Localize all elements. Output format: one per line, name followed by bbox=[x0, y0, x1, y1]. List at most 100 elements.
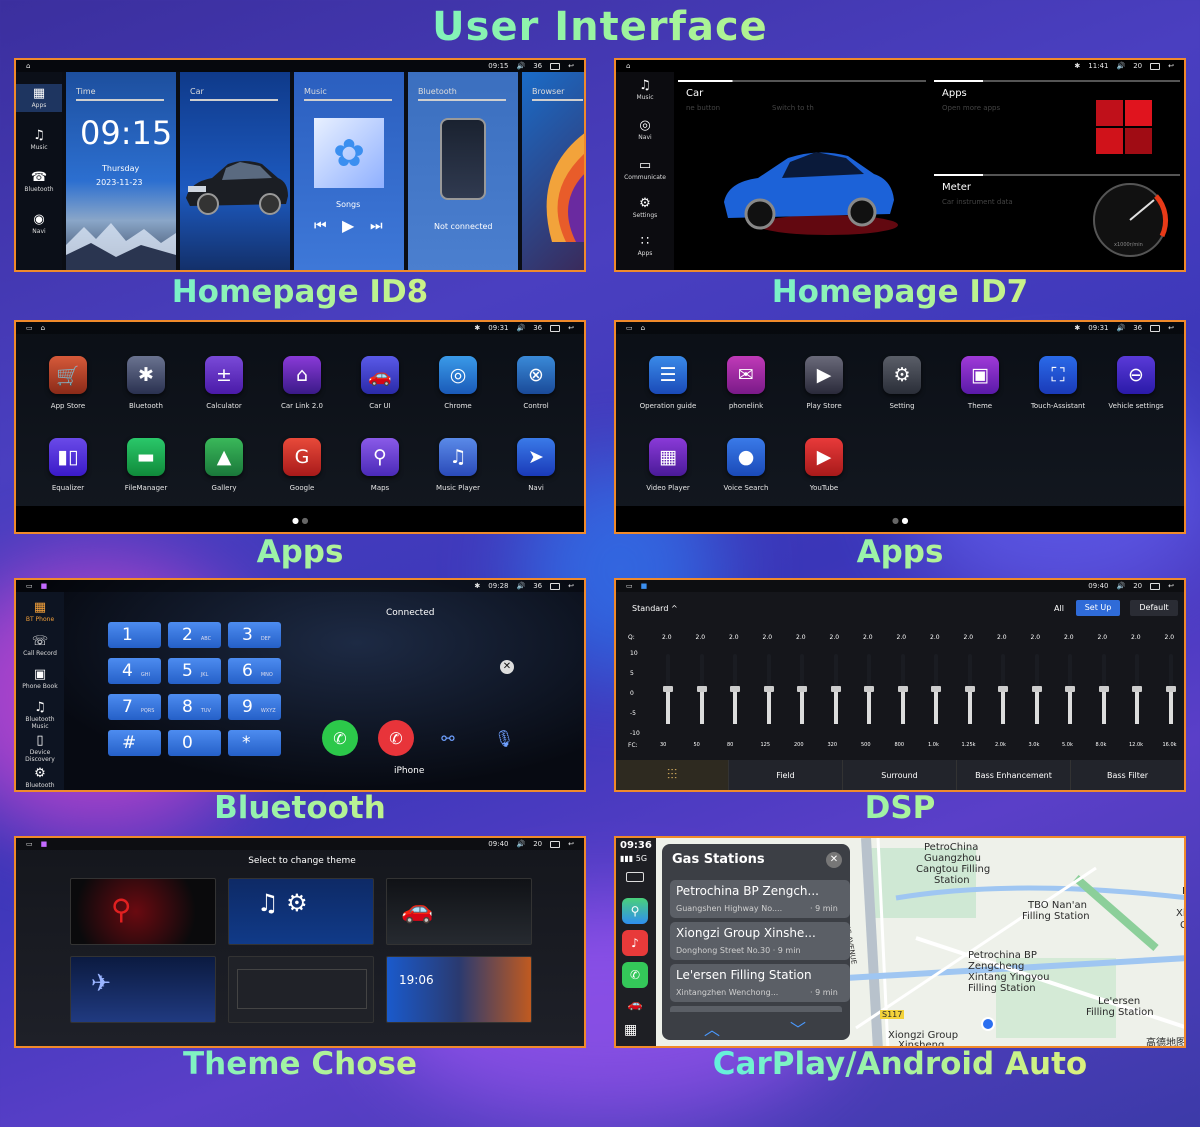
play-store-icon[interactable]: ▶ bbox=[805, 356, 843, 394]
play-icon[interactable]: ▶ bbox=[342, 216, 354, 235]
bluetooth-icon[interactable]: ✱ bbox=[127, 356, 165, 394]
slider-thumb[interactable] bbox=[730, 686, 740, 692]
slider-thumb[interactable] bbox=[1065, 686, 1075, 692]
slider-thumb[interactable] bbox=[830, 686, 841, 692]
car-link-icon[interactable]: ⌂ bbox=[283, 356, 321, 394]
youtube-icon[interactable]: ▶ bbox=[805, 438, 843, 476]
calculator-icon[interactable]: ± bbox=[205, 356, 243, 394]
theme-option-4[interactable]: ✈ bbox=[70, 956, 216, 1023]
slider-thumb[interactable] bbox=[1132, 686, 1142, 692]
slider-thumb[interactable] bbox=[763, 686, 774, 692]
window-icon[interactable]: ▭ bbox=[26, 840, 33, 848]
sidebar-item-navi[interactable]: ◎ Navi bbox=[616, 118, 674, 141]
slider-thumb[interactable] bbox=[797, 686, 807, 692]
eq-slider[interactable] bbox=[964, 654, 975, 724]
sidebar-item-communicate[interactable]: ▭ Communicate bbox=[616, 158, 674, 181]
sidebar-item-call-record[interactable]: ☏ Call Record bbox=[16, 634, 64, 657]
sidebar-item-apps[interactable]: ∷ Apps bbox=[616, 234, 674, 257]
maps-icon[interactable]: ⚲ bbox=[361, 438, 399, 476]
sidebar-item-settings[interactable]: ⚙ Settings bbox=[616, 196, 674, 219]
slider-thumb[interactable] bbox=[964, 686, 975, 692]
music-card[interactable]: Music ✿ Songs ⏮ ▶ ⏭ bbox=[294, 72, 404, 270]
touch-assistant-icon[interactable]: ⛶ bbox=[1039, 356, 1077, 394]
tab-bass-filter[interactable]: Bass Filter bbox=[1070, 760, 1184, 790]
scroll-down-icon[interactable]: ﹀ bbox=[790, 1016, 806, 1040]
vehicle-icon[interactable]: ⊖ bbox=[1117, 356, 1155, 394]
navi-icon[interactable]: ➤ bbox=[517, 438, 555, 476]
app-grid-icon[interactable]: ▦ bbox=[624, 1022, 637, 1038]
window-icon[interactable] bbox=[1150, 62, 1161, 70]
dial-key[interactable]: 6 MNO bbox=[228, 658, 281, 684]
theme-option-2[interactable]: ♫ ⚙ bbox=[228, 878, 374, 945]
home-icon[interactable]: ⌂ bbox=[41, 324, 45, 332]
eq-slider[interactable] bbox=[730, 654, 740, 724]
sidebar-item-device-discovery[interactable]: ▯ Device Discovery bbox=[16, 733, 64, 763]
theme-option-1[interactable]: ⚲ bbox=[70, 878, 216, 945]
google-icon[interactable]: G bbox=[283, 438, 321, 476]
sidebar-item-music[interactable]: ♫ Music bbox=[16, 128, 62, 151]
slider-thumb[interactable] bbox=[1031, 686, 1042, 692]
close-icon[interactable]: ✕ bbox=[826, 852, 842, 868]
eq-slider[interactable] bbox=[797, 654, 807, 724]
sidebar-item-apps[interactable]: ▦ Apps bbox=[16, 86, 62, 109]
dial-key[interactable]: * bbox=[228, 730, 281, 756]
dial-key[interactable]: 2 ABC bbox=[168, 622, 221, 648]
chrome-icon[interactable]: ◎ bbox=[439, 356, 477, 394]
dial-key[interactable]: 3 DEF bbox=[228, 622, 281, 648]
eq-slider[interactable] bbox=[897, 654, 908, 724]
steering-wheel-icon[interactable]: ⊗ bbox=[517, 356, 555, 394]
tab-surround[interactable]: Surround bbox=[842, 760, 956, 790]
music-app-icon[interactable]: ♪ bbox=[622, 930, 648, 956]
slider-thumb[interactable] bbox=[1165, 686, 1176, 692]
dial-key[interactable]: 4 GHI bbox=[108, 658, 161, 684]
dial-key[interactable]: 7 PQRS bbox=[108, 694, 161, 720]
slider-thumb[interactable] bbox=[897, 686, 908, 692]
eq-slider[interactable] bbox=[1031, 654, 1042, 724]
eq-slider[interactable] bbox=[830, 654, 841, 724]
back-icon[interactable]: ↩ bbox=[568, 62, 574, 70]
scroll-up-icon[interactable]: ︿ bbox=[704, 1016, 720, 1040]
tab-bass-enhancement[interactable]: Bass Enhancement bbox=[956, 760, 1070, 790]
car-card[interactable]: Car bbox=[180, 72, 290, 270]
eq-slider[interactable] bbox=[663, 654, 673, 724]
slider-thumb[interactable] bbox=[998, 686, 1008, 692]
home-icon[interactable]: ⌂ bbox=[626, 62, 630, 70]
sidebar-item-music[interactable]: ♫ Music bbox=[616, 78, 674, 101]
window-icon[interactable]: ▭ bbox=[626, 324, 633, 332]
gallery-icon[interactable]: ▲ bbox=[205, 438, 243, 476]
back-icon[interactable]: ↩ bbox=[1168, 324, 1174, 332]
window-icon[interactable]: ▭ bbox=[26, 324, 33, 332]
maps-app-icon[interactable]: ⚲ bbox=[622, 898, 648, 924]
sidebar-item-navi[interactable]: ◉ Navi bbox=[16, 212, 62, 235]
folder-icon[interactable]: ▬ bbox=[127, 438, 165, 476]
dial-key[interactable]: 0 bbox=[168, 730, 221, 756]
slider-thumb[interactable] bbox=[663, 686, 673, 692]
eq-slider[interactable] bbox=[931, 654, 941, 724]
eq-slider[interactable] bbox=[763, 654, 774, 724]
back-icon[interactable]: ↩ bbox=[568, 582, 574, 590]
all-button[interactable]: All bbox=[1054, 604, 1064, 613]
phonelink-icon[interactable]: ✉ bbox=[727, 356, 765, 394]
preset-dropdown[interactable]: Standard ^ bbox=[632, 604, 678, 613]
music-player-icon[interactable]: ♫ bbox=[439, 438, 477, 476]
back-icon[interactable]: ↩ bbox=[1168, 582, 1174, 590]
link-button[interactable]: ⚯ bbox=[430, 720, 466, 756]
home-icon[interactable]: ⌂ bbox=[26, 62, 30, 70]
microphone-icon[interactable]: ● bbox=[727, 438, 765, 476]
tab-field[interactable]: Field bbox=[728, 760, 842, 790]
apps-widget[interactable]: Apps Open more apps bbox=[934, 80, 1180, 170]
hang-up-button[interactable]: ✆ bbox=[378, 720, 414, 756]
theme-option-3[interactable]: 🚗 bbox=[386, 878, 532, 945]
guide-icon[interactable]: ☰ bbox=[649, 356, 687, 394]
window-icon[interactable] bbox=[550, 62, 561, 70]
eq-slider[interactable] bbox=[998, 654, 1008, 724]
clear-icon[interactable]: ✕ bbox=[500, 660, 514, 674]
dial-key[interactable]: 1 bbox=[108, 622, 161, 648]
sidebar-item-bluetooth[interactable]: ☎ Bluetooth bbox=[16, 170, 62, 193]
slider-thumb[interactable] bbox=[1098, 686, 1109, 692]
eq-slider[interactable] bbox=[696, 654, 707, 724]
theme-option-6[interactable]: 19:06 bbox=[386, 956, 532, 1023]
car-icon[interactable]: 🚗 bbox=[361, 356, 399, 394]
video-icon[interactable]: ▦ bbox=[649, 438, 687, 476]
car-app-icon[interactable]: 🚗 bbox=[622, 994, 648, 1014]
